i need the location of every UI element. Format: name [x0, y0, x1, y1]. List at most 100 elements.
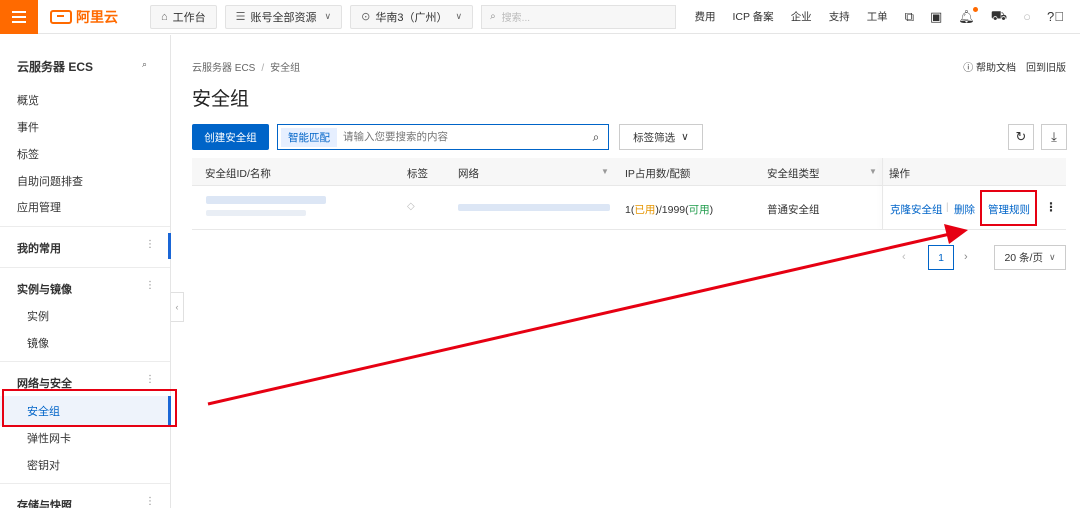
security-group-id-link[interactable] — [206, 196, 326, 204]
sidebar-group-storage[interactable]: 存储与快照 — [17, 497, 72, 508]
search-icon[interactable]: ⌕ — [584, 130, 608, 145]
prev-page-icon[interactable]: ‹ — [902, 251, 906, 263]
global-search-input[interactable]: ⌕ 搜索... — [481, 4, 677, 29]
ip-usage: 1(已用)/1999(可用) — [625, 204, 714, 216]
resources-label: 账号全部资源 — [250, 11, 317, 24]
filter-icon[interactable]: ▼ — [869, 167, 877, 176]
col-id-name: 安全组ID/名称 — [205, 168, 271, 180]
col-ip-quota: IP占用数/配额 — [625, 168, 691, 180]
chevron-down-icon: ∨ — [681, 131, 689, 143]
resources-dropdown[interactable]: ☰ 账号全部资源 ∨ — [224, 4, 343, 29]
search-icon: ⌕ — [490, 11, 496, 22]
sidebar-mine-indicator — [168, 233, 171, 259]
sidebar-item-troubleshoot[interactable]: 自助问题排查 — [17, 173, 83, 189]
workbench-label: 工作台 — [172, 11, 206, 24]
region-dropdown[interactable]: ⊙ 华南3（广州） ∨ — [350, 4, 474, 29]
back-old-version-link[interactable]: 回到旧版 — [1026, 59, 1066, 74]
cart-icon[interactable]: ⛟ — [991, 8, 1007, 26]
more-icon[interactable]: ⋮ — [145, 280, 155, 291]
sidebar-search-icon[interactable]: ⌕ — [142, 59, 147, 70]
page-size-label: 20 条/页 — [1004, 252, 1043, 264]
tag-filter-dropdown[interactable]: 标签筛选 ∨ — [619, 124, 703, 150]
smart-match-dropdown[interactable]: 智能匹配 — [281, 127, 337, 147]
top-links: 费用 ICP 备案 企业 支持 工单 ⧉ ▣ 🔔︎ ⛟ ○ ?⃝ — [694, 0, 1080, 34]
create-security-group-button[interactable]: 创建安全组 — [192, 124, 269, 150]
more-icon[interactable]: ⋮ — [1045, 200, 1057, 214]
help-docs-label: 帮助文档 — [976, 63, 1016, 74]
bell-icon[interactable]: 🔔︎ — [958, 6, 978, 25]
search-input[interactable] — [343, 131, 583, 143]
ip-used-label: 已用 — [634, 204, 656, 216]
sidebar-item-keypair[interactable]: 密钥对 — [27, 457, 60, 473]
icp-link[interactable]: ICP 备案 — [732, 9, 773, 24]
annotation-highlight-sidebar — [2, 389, 177, 427]
header-links: ⓘ 帮助文档 回到旧版 — [963, 59, 1066, 74]
terminal-icon[interactable]: ▣ — [930, 9, 942, 25]
top-navigation-bar: 阿里云 ⌂ 工作台 ☰ 账号全部资源 ∨ ⊙ 华南3（广州） ∨ ⌕ 搜索...… — [0, 0, 1080, 34]
network-vpc-link[interactable] — [458, 204, 610, 211]
sidebar-divider — [0, 226, 170, 227]
tag-icon[interactable]: ◇ — [407, 201, 415, 212]
logo-text: 阿里云 — [76, 8, 118, 25]
security-group-type: 普通安全组 — [767, 204, 820, 216]
col-tags: 标签 — [407, 168, 428, 180]
ticket-link[interactable]: 工单 — [867, 9, 888, 24]
sidebar-item-events[interactable]: 事件 — [17, 119, 39, 135]
more-icon[interactable]: ⋮ — [145, 496, 155, 507]
sidebar: 云服务器 ECS ⌕ 概览 事件 标签 自助问题排查 应用管理 我的常用 ⋮ 实… — [0, 35, 171, 508]
sidebar-item-eni[interactable]: 弹性网卡 — [27, 430, 71, 446]
security-group-name — [206, 210, 306, 216]
sidebar-item-tags[interactable]: 标签 — [17, 146, 39, 162]
tag-filter-label: 标签筛选 — [633, 131, 676, 144]
sidebar-group-instances[interactable]: 实例与镜像 — [17, 281, 72, 297]
more-icon[interactable]: ⋮ — [145, 239, 155, 250]
security-group-search: 智能匹配 ⌕ — [277, 124, 609, 150]
lightbulb-icon[interactable]: ○ — [1023, 9, 1031, 24]
chevron-down-icon: ∨ — [324, 11, 332, 21]
sidebar-divider — [0, 361, 170, 362]
col-type: 安全组类型 — [767, 168, 820, 180]
sidebar-item-apps[interactable]: 应用管理 — [17, 199, 61, 215]
breadcrumb-ecs[interactable]: 云服务器 ECS — [192, 63, 255, 74]
sidebar-title: 云服务器 ECS — [17, 60, 94, 74]
help-icon[interactable]: ?⃝ — [1047, 9, 1064, 24]
sidebar-item-instances[interactable]: 实例 — [27, 308, 49, 324]
sidebar-group-mine[interactable]: 我的常用 — [17, 240, 61, 256]
delete-link[interactable]: 删除 — [954, 202, 975, 217]
more-icon[interactable]: ⋮ — [145, 374, 155, 385]
chevron-down-icon: ∨ — [1048, 252, 1056, 262]
code-icon[interactable]: ⧉ — [905, 9, 914, 25]
annotation-highlight-manage-rules — [980, 190, 1037, 226]
enterprise-link[interactable]: 企业 — [791, 9, 812, 24]
refresh-icon: ↻ — [1015, 129, 1027, 144]
home-icon: ⌂ — [161, 10, 168, 23]
download-icon: ⤓ — [1051, 129, 1057, 144]
table-header: 安全组ID/名称 标签 网络 ▼ IP占用数/配额 安全组类型 ▼ 操作 — [192, 158, 1066, 186]
next-page-icon[interactable]: › — [964, 251, 968, 263]
ip-quota-count: 1999 — [661, 204, 686, 216]
help-circle-icon: ⓘ — [963, 63, 974, 74]
page-size-select[interactable]: 20 条/页 ∨ — [994, 245, 1066, 270]
sidebar-collapse-button[interactable]: ‹ — [171, 292, 184, 322]
location-icon: ⊙ — [361, 11, 371, 23]
workbench-button[interactable]: ⌂ 工作台 — [150, 4, 217, 29]
help-docs-link[interactable]: ⓘ 帮助文档 — [963, 59, 1016, 74]
export-button[interactable]: ⤓ — [1041, 124, 1067, 150]
breadcrumb: 云服务器 ECS / 安全组 — [192, 63, 301, 74]
filter-icon[interactable]: ▼ — [601, 167, 609, 176]
sidebar-item-overview[interactable]: 概览 — [17, 92, 39, 108]
sidebar-divider — [0, 267, 170, 268]
list-icon: ☰ — [235, 11, 246, 23]
sidebar-divider — [0, 483, 170, 484]
clone-security-group-link[interactable]: 克隆安全组 — [890, 202, 943, 217]
col-network: 网络 — [458, 168, 479, 180]
aliyun-logo[interactable]: 阿里云 — [50, 7, 142, 27]
ip-quota-label: 可用 — [688, 204, 710, 216]
sidebar-item-images[interactable]: 镜像 — [27, 335, 49, 351]
support-link[interactable]: 支持 — [829, 9, 850, 24]
menu-icon[interactable] — [0, 0, 38, 34]
page-number[interactable]: 1 — [928, 245, 954, 270]
refresh-button[interactable]: ↻ — [1008, 124, 1034, 150]
fees-link[interactable]: 费用 — [694, 9, 715, 24]
chevron-down-icon: ∨ — [455, 11, 463, 21]
